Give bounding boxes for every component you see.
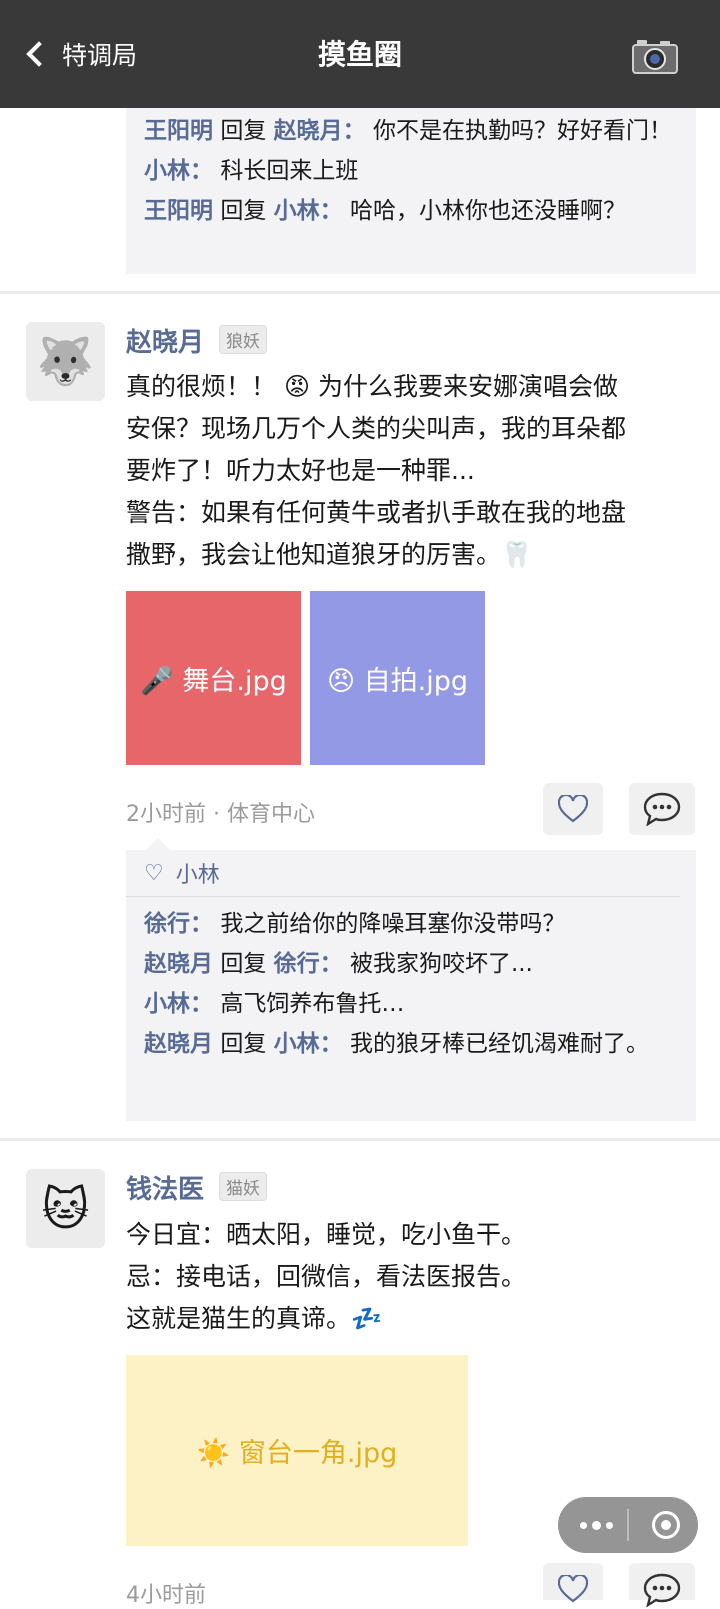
post-text-line: 这就是猫生的真谛。💤 bbox=[126, 1304, 383, 1333]
post-image-selfie[interactable]: 😠 自拍.jpg bbox=[310, 591, 485, 765]
colon: ： bbox=[319, 1031, 343, 1057]
comment-box-prev: 王阳明 回复 赵晓月： 你不是在执勤吗？好好看门！ 小林： 科长回来上班 王阳明… bbox=[126, 108, 696, 274]
post-time: 2小时前 bbox=[126, 802, 206, 827]
post-text-line: 忌：接电话，回微信，看法医报告。 bbox=[126, 1262, 527, 1291]
more-menu-button[interactable] bbox=[580, 1515, 620, 1535]
post-text-line: 今日宜：晒太阳，睡觉，吃小鱼干。 bbox=[126, 1220, 527, 1249]
page-title: 摸鱼圈 bbox=[317, 38, 402, 71]
comment-text: 哈哈，小林你也还没睡啊？ bbox=[349, 198, 626, 224]
comment-row: 赵晓月 回复 小林： 我的狼牙棒已经饥渴难耐了。 bbox=[126, 1025, 696, 1065]
post-text-line: 撒野，我会让他知道狼牙的厉害。🦷 bbox=[126, 540, 533, 569]
avatar[interactable]: 🐱 bbox=[26, 1169, 105, 1248]
commenter-name[interactable]: 赵晓月 bbox=[144, 1031, 213, 1057]
reply-target[interactable]: 徐行 bbox=[274, 951, 320, 977]
post-text: 真的很烦！！ 😡 为什么我要来安娜演唱会做 安保？现场几万个人类的尖叫声，我的耳… bbox=[126, 366, 698, 576]
reply-target[interactable]: 小林 bbox=[274, 198, 320, 224]
dot bbox=[606, 1521, 613, 1529]
top-bar: 特调局 摸鱼圈 bbox=[0, 0, 720, 108]
poster-name[interactable]: 赵晓月 bbox=[126, 322, 204, 359]
reply-word: 回复 bbox=[220, 198, 267, 224]
post-meta: 2小时前 · 体育中心 bbox=[126, 796, 315, 828]
post-image-window[interactable]: ☀️ 窗台一角.jpg bbox=[126, 1355, 468, 1546]
colon: ： bbox=[190, 158, 213, 184]
reply-word: 回复 bbox=[220, 1031, 267, 1057]
post-text-line: 安保？现场几万个人类的尖叫声，我的耳朵都 bbox=[126, 414, 627, 443]
commenter-name[interactable]: 赵晓月 bbox=[144, 951, 213, 977]
post-time: 4小时前 bbox=[126, 1583, 206, 1608]
colon: ： bbox=[319, 198, 343, 224]
commenter-name[interactable]: 徐行 bbox=[144, 911, 190, 937]
dot bbox=[592, 1520, 601, 1530]
post-text: 今日宜：晒太阳，睡觉，吃小鱼干。 忌：接电话，回微信，看法医报告。 这就是猫生的… bbox=[126, 1214, 698, 1340]
comment-row: 王阳明 回复 小林： 哈哈，小林你也还没睡啊？ bbox=[126, 192, 696, 232]
comment-box: ♡ 小林 徐行： 我之前给你的降噪耳塞你没带吗？ 赵晓月 回复 徐行： 被我家狗… bbox=[126, 850, 696, 1121]
post-text-line: 要炸了！听力太好也是一种罪... bbox=[126, 456, 475, 485]
comment-box-pointer bbox=[146, 838, 170, 850]
species-tag: 狼妖 bbox=[219, 325, 267, 354]
colon: ： bbox=[190, 911, 213, 937]
wolf-avatar-icon: 🐺 bbox=[36, 334, 95, 388]
species-tag: 猫妖 bbox=[219, 1172, 267, 1201]
reply-word: 回复 bbox=[220, 951, 267, 977]
comment-button[interactable] bbox=[629, 1563, 695, 1607]
comment-button[interactable] bbox=[629, 783, 695, 835]
post-divider bbox=[0, 291, 720, 294]
heart-icon bbox=[558, 795, 588, 823]
comment-row: 王阳明 回复 赵晓月： 你不是在执勤吗？好好看门！ bbox=[126, 112, 696, 152]
comment-text: 你不是在执勤吗？好好看门！ bbox=[372, 118, 672, 144]
likes-row: ♡ 小林 bbox=[126, 850, 680, 897]
liker-name[interactable]: 小林 bbox=[176, 857, 220, 889]
like-button[interactable] bbox=[543, 1563, 603, 1603]
reply-target[interactable]: 赵晓月 bbox=[274, 118, 343, 144]
image-label: 😠 自拍.jpg bbox=[326, 665, 469, 697]
comment-row: 赵晓月 回复 徐行： 被我家狗咬坏了... bbox=[126, 945, 696, 985]
like-button[interactable] bbox=[543, 783, 603, 835]
comment-icon bbox=[643, 792, 681, 826]
comment-icon bbox=[643, 1573, 681, 1607]
capsule-separator bbox=[627, 1509, 629, 1541]
comment-text: 我之前给你的降噪耳塞你没带吗？ bbox=[220, 911, 566, 937]
commenter-name[interactable]: 小林 bbox=[144, 991, 190, 1017]
close-target-icon[interactable] bbox=[652, 1511, 680, 1539]
heart-outline-icon: ♡ bbox=[144, 860, 164, 886]
image-label: 🎤 舞台.jpg bbox=[140, 665, 287, 697]
poster-name[interactable]: 钱法医 bbox=[126, 1169, 204, 1206]
comment-text: 我的狼牙棒已经饥渴难耐了。 bbox=[349, 1031, 649, 1057]
colon: ： bbox=[319, 951, 343, 977]
commenter-name[interactable]: 小林 bbox=[144, 158, 190, 184]
dot bbox=[580, 1521, 587, 1529]
comment-row: 小林： 高飞饲养布鲁托… bbox=[126, 985, 696, 1025]
comment-text: 高飞饲养布鲁托… bbox=[220, 991, 405, 1017]
comment-text: 被我家狗咬坏了... bbox=[349, 951, 533, 977]
reply-target[interactable]: 小林 bbox=[274, 1031, 320, 1057]
colon: ： bbox=[190, 991, 213, 1017]
meta-separator: · bbox=[213, 802, 227, 827]
post-image-stage[interactable]: 🎤 舞台.jpg bbox=[126, 591, 301, 765]
camera-icon[interactable] bbox=[632, 38, 678, 74]
comment-row: 徐行： 我之前给你的降噪耳塞你没带吗？ bbox=[126, 905, 696, 945]
comment-row: 小林： 科长回来上班 bbox=[126, 152, 696, 192]
image-label: ☀️ 窗台一角.jpg bbox=[196, 1438, 398, 1469]
heart-icon bbox=[558, 1575, 588, 1603]
commenter-name[interactable]: 王阳明 bbox=[144, 198, 213, 224]
commenter-name[interactable]: 王阳明 bbox=[144, 118, 213, 144]
colon: ： bbox=[342, 118, 366, 144]
cat-avatar-icon: 🐱 bbox=[41, 1181, 90, 1236]
avatar[interactable]: 🐺 bbox=[26, 322, 105, 401]
post-meta: 4小时前 bbox=[126, 1577, 206, 1609]
post-text-line: 警告：如果有任何黄牛或者扒手敢在我的地盘 bbox=[126, 498, 627, 527]
comment-text: 科长回来上班 bbox=[220, 158, 359, 184]
mini-program-capsule bbox=[558, 1497, 698, 1553]
post-divider bbox=[0, 1138, 720, 1141]
post-location: 体育中心 bbox=[227, 802, 316, 827]
reply-word: 回复 bbox=[220, 118, 267, 144]
post-text-line: 真的很烦！！ 😡 为什么我要来安娜演唱会做 bbox=[126, 372, 618, 401]
